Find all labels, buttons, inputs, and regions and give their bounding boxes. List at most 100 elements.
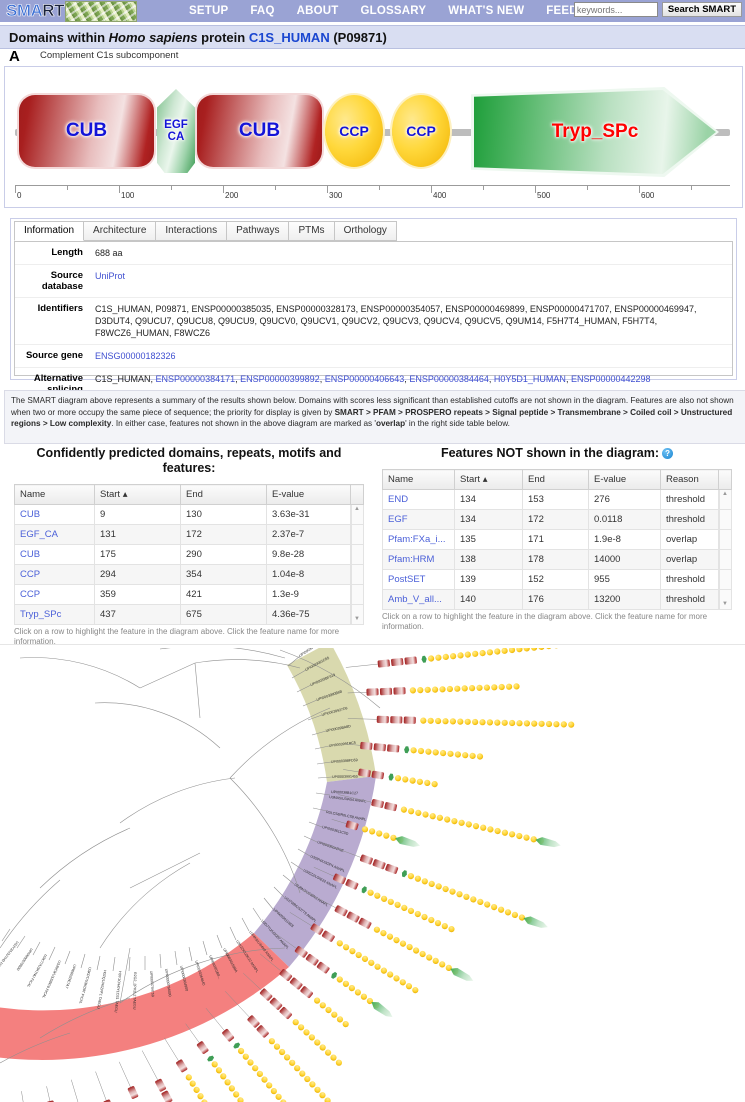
scrollbar-track[interactable] [719, 510, 731, 529]
domain-glyph-ccp[interactable] [508, 648, 516, 654]
nav-link-glossary[interactable]: GLOSSARY [349, 0, 437, 22]
domain-glyph-cub[interactable] [385, 863, 399, 874]
domain-glyph-cub[interactable] [256, 1025, 269, 1039]
domain-glyph-ccp[interactable] [386, 970, 395, 979]
domain-glyph-egf[interactable] [421, 655, 427, 663]
domain-glyph-ccp[interactable] [457, 718, 464, 725]
domain-glyph-ccp[interactable] [442, 718, 449, 725]
domain-glyph-ccp[interactable] [422, 811, 429, 818]
tab-architecture[interactable]: Architecture [83, 221, 157, 241]
smart-logo[interactable]: SMART [6, 0, 172, 22]
domain-glyph-ccp[interactable] [415, 809, 422, 816]
domain-glyph-cub[interactable] [300, 986, 314, 999]
alt-splicing-link[interactable]: ENSP00000384464 [409, 374, 489, 384]
domain-glyph-ccp[interactable] [497, 906, 505, 914]
table-row[interactable]: CUB 175 290 9.8e-28 [14, 544, 364, 565]
domain-glyph-ccp[interactable] [341, 1020, 350, 1029]
domain-glyph-ccp[interactable] [405, 982, 414, 991]
domain-glyph-ccp[interactable] [486, 649, 493, 656]
domain-glyph-ccp[interactable] [441, 922, 449, 930]
domain-glyph-ccp[interactable] [412, 946, 420, 954]
domain-glyph-ccp[interactable] [513, 683, 520, 690]
domain-glyph-ccp[interactable] [458, 819, 465, 826]
domain-glyph-cub[interactable] [387, 744, 400, 753]
domain-glyph-ccp[interactable] [342, 979, 351, 988]
domain-glyph-ccp[interactable] [508, 831, 516, 838]
search-input[interactable] [573, 2, 658, 17]
domain-glyph-cub[interactable] [155, 1078, 167, 1092]
domain-glyph-ccp[interactable] [420, 717, 427, 724]
domain-glyph-ccp[interactable] [265, 1081, 274, 1090]
scrollbar-track[interactable] [719, 530, 731, 549]
domain-glyph-ccp[interactable] [464, 718, 471, 725]
right-col-end[interactable]: End [522, 469, 589, 490]
domain-glyph-cub[interactable] [334, 905, 348, 917]
domain-glyph-ccp[interactable] [538, 720, 545, 727]
scroll-down-arrow-icon[interactable]: ▼ [354, 616, 360, 622]
domain-glyph-ccp[interactable] [553, 648, 560, 649]
right-col-reason[interactable]: Reason [660, 469, 719, 490]
domain-glyph-cub[interactable] [393, 687, 406, 695]
domain-glyph-ccp[interactable] [431, 781, 438, 788]
domain-glyph-cub[interactable] [269, 997, 283, 1010]
domain-glyph-ccp[interactable] [361, 955, 370, 964]
feature-name-link[interactable]: Pfam:HRM [388, 554, 434, 565]
domain-glyph-ccp[interactable] [387, 898, 395, 906]
tab-pathways[interactable]: Pathways [226, 221, 290, 241]
domain-glyph-ccp[interactable] [494, 648, 501, 655]
nav-link-whats-new[interactable]: WHAT'S NEW [437, 0, 535, 22]
domain-glyph-ccp[interactable] [469, 895, 477, 903]
right-col-evalue[interactable]: E-value [588, 469, 661, 490]
table-scrollbar[interactable] [350, 544, 364, 565]
domain-glyph-ccp[interactable] [516, 648, 523, 653]
nav-link-about[interactable]: ABOUT [286, 0, 350, 22]
domain-glyph-ccp[interactable] [335, 975, 344, 984]
scrollbar-track[interactable] [351, 545, 363, 564]
domain-glyph-ccp[interactable] [424, 686, 431, 693]
domain-glyph-ccp[interactable] [435, 882, 443, 890]
domain-glyph-ccp[interactable] [394, 901, 402, 909]
domain-glyph-ccp[interactable] [461, 685, 468, 692]
domain-glyph-ccp[interactable] [508, 719, 516, 727]
right-col-name[interactable]: Name [382, 469, 455, 490]
domain-glyph-ccp[interactable] [241, 1052, 250, 1061]
domain-glyph-ccp[interactable] [192, 1086, 201, 1095]
domain-glyph-ccp[interactable] [382, 832, 390, 840]
domain-glyph-ccp[interactable] [449, 718, 456, 725]
table-row[interactable]: Pfam:FXa_i... 135 171 1.9e-8 overlap [382, 529, 732, 550]
domain-glyph-ccp[interactable] [479, 824, 487, 831]
scrollbar-track[interactable] [719, 550, 731, 569]
feature-name-link[interactable]: PostSET [388, 574, 426, 585]
domain-glyph-cub[interactable] [161, 1090, 173, 1102]
domain-glyph-tryp[interactable] [535, 836, 562, 850]
domain-glyph-ccp[interactable] [390, 834, 398, 842]
domain-glyph-tryp[interactable] [522, 914, 549, 931]
domain-glyph-ccp[interactable] [469, 752, 476, 760]
protein-name[interactable]: C1S_HUMAN [249, 30, 330, 45]
domain-glyph-cub[interactable] [379, 687, 393, 696]
domain-glyph-ccp[interactable] [223, 1078, 232, 1087]
table-row[interactable]: CCP 359 421 1.3e-9 [14, 584, 364, 605]
domain-glyph-ccp[interactable] [486, 719, 493, 726]
domain-glyph-ccp[interactable] [196, 1092, 205, 1101]
domain-glyph-cub[interactable] [175, 1059, 188, 1073]
domain-glyph-ccp[interactable] [425, 748, 432, 755]
domain-glyph-cub[interactable] [403, 716, 416, 724]
source-gene-link[interactable]: ENSG00000182326 [95, 351, 176, 361]
table-row[interactable]: CCP 294 354 1.04e-8 [14, 564, 364, 585]
feature-name-link[interactable]: EGF [388, 514, 408, 525]
right-col-start[interactable]: Start ▴ [454, 469, 523, 490]
tree-leaf-label[interactable]: R2G2_2PH2L2 TAEGU [132, 972, 137, 1010]
domain-glyph-ccp[interactable] [424, 779, 431, 786]
table-scrollbar[interactable]: ▲ [350, 504, 364, 525]
domain-glyph-ccp[interactable] [394, 775, 402, 782]
domain-glyph-cub[interactable] [372, 859, 386, 870]
domain-glyph-ccp[interactable] [491, 684, 498, 691]
domain-glyph-ccp[interactable] [354, 951, 363, 960]
domain-glyph-cub[interactable] [222, 1028, 235, 1042]
domain-glyph-ccp[interactable] [188, 1079, 197, 1088]
table-scrollbar[interactable] [350, 584, 364, 605]
domain-glyph-tryp[interactable] [369, 999, 395, 1021]
domain-glyph-ccp[interactable] [479, 650, 486, 657]
domain-glyph-egf[interactable] [401, 870, 408, 878]
